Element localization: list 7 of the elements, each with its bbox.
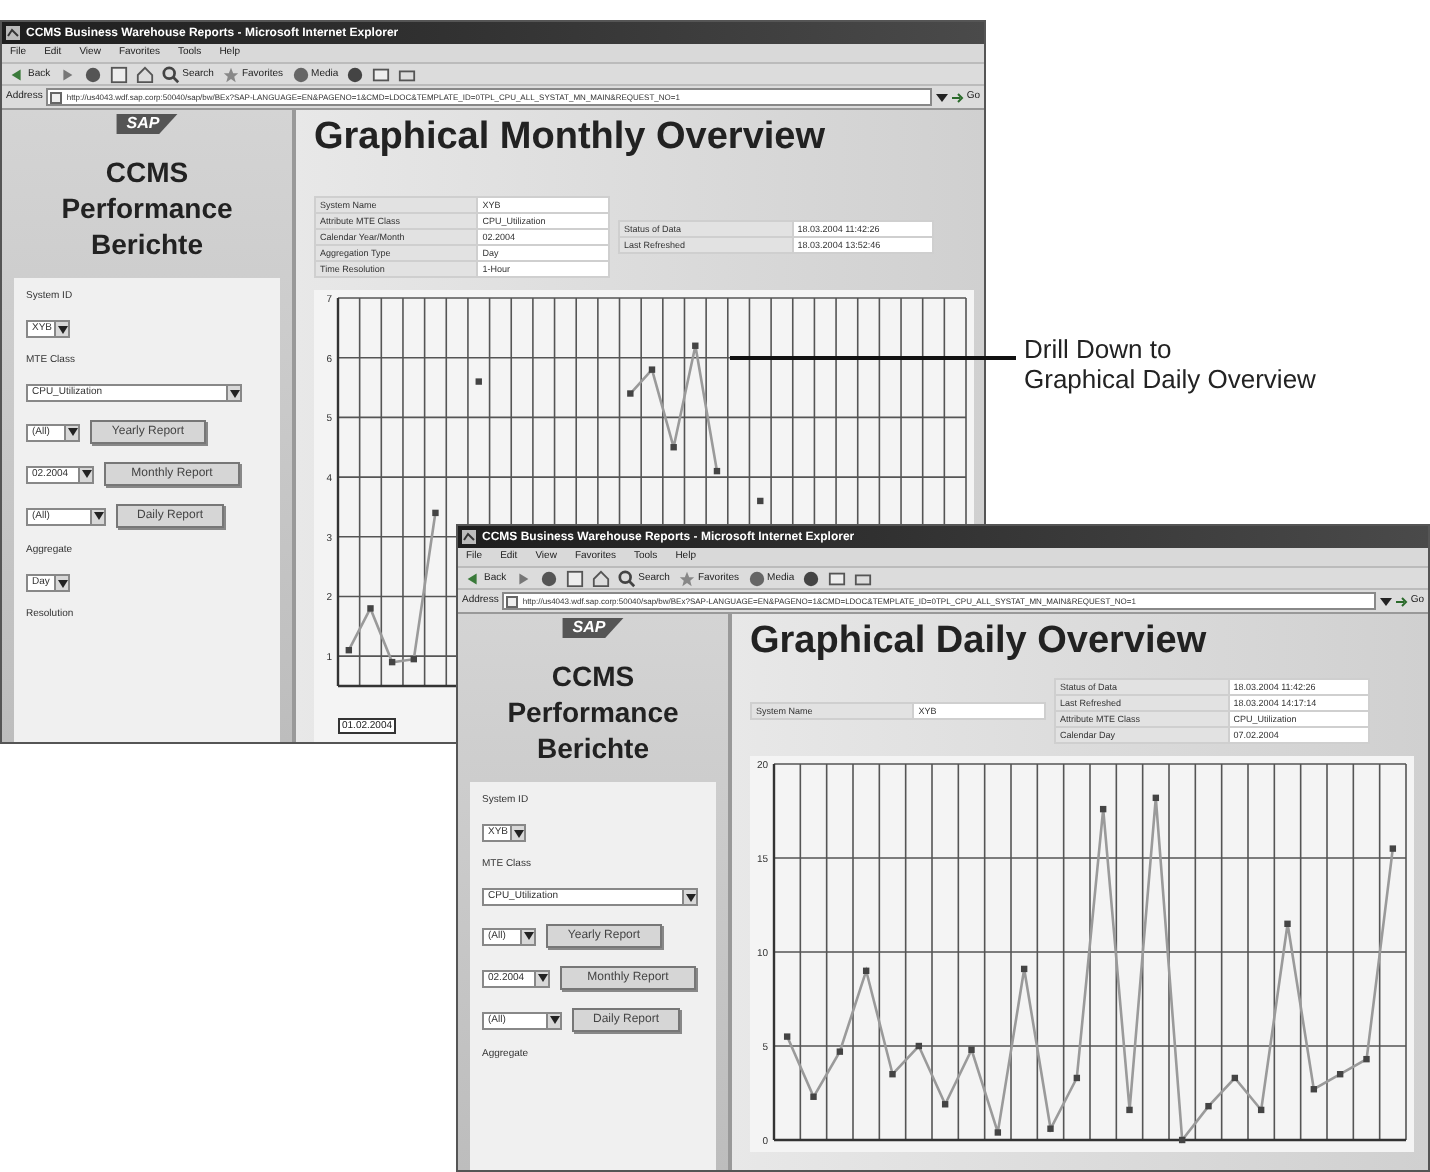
page-heading: Graphical Daily Overview: [750, 620, 1209, 664]
sap-logo: SAP: [562, 618, 624, 638]
sap-logo: SAP: [116, 114, 178, 134]
callout-text: Drill Down to Graphical Daily Overview: [1024, 334, 1316, 394]
sidebar-title: CCMS Performance Berichte: [505, 658, 681, 766]
page-heading: Graphical Monthly Overview: [314, 116, 828, 160]
sidebar-title: CCMS Performance Berichte: [59, 154, 235, 262]
